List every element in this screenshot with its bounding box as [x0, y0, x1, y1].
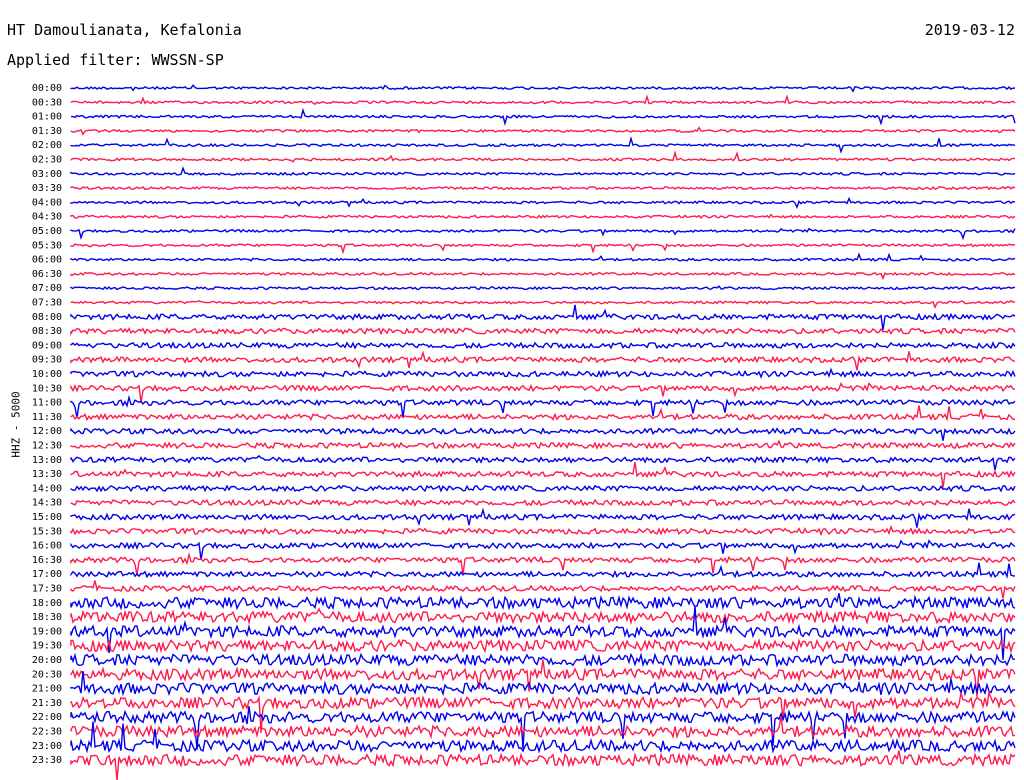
trace-line — [70, 439, 1016, 450]
time-tick-label: 09:30 — [32, 355, 62, 366]
time-tick-label: 12:30 — [32, 441, 62, 452]
trace-line — [70, 299, 1016, 310]
time-tick-label: 20:00 — [32, 655, 62, 666]
trace-line — [70, 484, 1016, 493]
trace-line — [70, 285, 1016, 291]
time-tick-label: 00:30 — [32, 97, 62, 108]
time-tick-label: 16:00 — [32, 541, 62, 552]
trace-line — [70, 350, 1016, 371]
time-tick-label: 23:30 — [32, 755, 62, 766]
trace-line — [70, 367, 1016, 379]
trace-line — [70, 213, 1016, 220]
time-tick-label: 03:30 — [32, 183, 62, 194]
trace-line — [70, 126, 1016, 136]
time-tick-label: 22:00 — [32, 712, 62, 723]
time-tick-label: 04:30 — [32, 212, 62, 223]
time-tick-label: 02:00 — [32, 140, 62, 151]
trace-line — [70, 166, 1016, 176]
trace-line — [70, 196, 1016, 210]
time-tick-label: 15:00 — [32, 512, 62, 523]
time-tick-label: 00:00 — [32, 83, 62, 94]
trace-line — [70, 135, 1016, 154]
trace-line — [70, 750, 1016, 780]
trace-line — [70, 150, 1016, 163]
trace-line — [70, 185, 1016, 191]
helicorder-plot: 00:00 00:30 01:00 01:30 02:00 02:30 03:00 03:30… — [32, 83, 1016, 780]
time-tick-label: 18:00 — [32, 598, 62, 609]
time-tick-label: 10:30 — [32, 383, 62, 394]
time-tick-label: 21:00 — [32, 684, 62, 695]
trace-line — [70, 462, 1016, 488]
trace-line — [70, 427, 1016, 441]
trace-line — [70, 304, 1016, 331]
time-tick-label: 16:30 — [32, 555, 62, 566]
time-tick-label: 19:30 — [32, 641, 62, 652]
time-tick-label: 19:00 — [32, 626, 62, 637]
trace-line — [70, 252, 1016, 262]
trace-line — [70, 327, 1016, 337]
trace-line — [70, 454, 1016, 471]
time-tick-label: 15:30 — [32, 526, 62, 537]
time-tick-label: 22:30 — [32, 727, 62, 738]
time-tick-label: 05:30 — [32, 240, 62, 251]
time-tick-label: 06:30 — [32, 269, 62, 280]
time-tick-label: 01:00 — [32, 112, 62, 123]
time-tick-label: 10:00 — [32, 369, 62, 380]
trace-line — [70, 381, 1016, 403]
trace-line — [70, 498, 1016, 507]
time-tick-label: 04:00 — [32, 197, 62, 208]
trace-line — [71, 107, 1016, 127]
trace-line — [70, 562, 1016, 580]
time-tick-label: 02:30 — [32, 155, 62, 166]
trace-line — [70, 243, 1016, 255]
time-tick-label: 14:00 — [32, 483, 62, 494]
time-tick-label: 06:00 — [32, 255, 62, 266]
trace-line — [70, 271, 1016, 281]
time-tick-label: 01:30 — [32, 126, 62, 137]
trace-line — [70, 227, 1016, 241]
time-tick-label: 13:30 — [32, 469, 62, 480]
time-tick-label: 03:00 — [32, 169, 62, 180]
time-tick-label: 17:30 — [32, 584, 62, 595]
trace-line — [70, 607, 1016, 626]
trace-line — [70, 637, 1016, 654]
time-tick-label: 18:30 — [32, 612, 62, 623]
time-tick-label: 12:00 — [32, 426, 62, 437]
trace-line — [70, 539, 1016, 561]
trace-line — [70, 580, 1016, 599]
time-tick-label: 07:30 — [32, 298, 62, 309]
trace-line — [70, 593, 1016, 611]
time-tick-label: 20:30 — [32, 669, 62, 680]
time-tick-label: 17:00 — [32, 569, 62, 580]
time-tick-label: 23:00 — [32, 741, 62, 752]
time-tick-label: 08:00 — [32, 312, 62, 323]
trace-line — [70, 341, 1016, 350]
trace-line — [70, 84, 1016, 93]
time-tick-label: 21:30 — [32, 698, 62, 709]
time-tick-label: 11:30 — [32, 412, 62, 423]
trace-line — [70, 405, 1016, 422]
trace-line — [70, 507, 1016, 528]
time-tick-label: 08:30 — [32, 326, 62, 337]
trace-line — [70, 94, 1016, 106]
time-tick-label: 05:00 — [32, 226, 62, 237]
time-tick-label: 11:00 — [32, 398, 62, 409]
time-tick-label: 14:30 — [32, 498, 62, 509]
trace-line — [70, 524, 1016, 537]
time-tick-label: 09:00 — [32, 340, 62, 351]
time-tick-label: 07:00 — [32, 283, 62, 294]
time-tick-label: 13:00 — [32, 455, 62, 466]
